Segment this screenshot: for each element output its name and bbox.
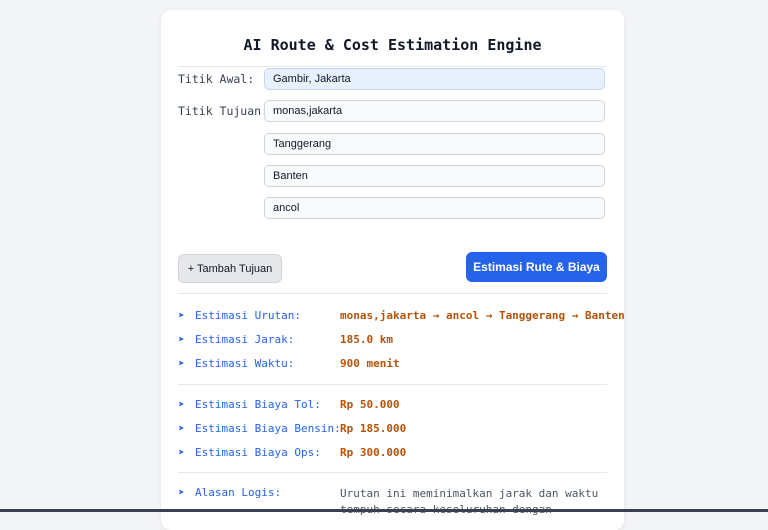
add-destination-button[interactable]: + Tambah Tujuan — [178, 254, 282, 283]
result-row-ops: ➤ Estimasi Biaya Ops: Rp 300.000 — [178, 446, 618, 462]
fuel-label: Estimasi Biaya Bensin: — [195, 422, 341, 435]
distance-value: 185.0 km — [340, 333, 393, 346]
divider — [178, 66, 607, 67]
result-row-time: ➤ Estimasi Waktu: 900 menit — [178, 357, 618, 373]
arrow-bullet-icon: ➤ — [178, 309, 185, 322]
result-row-toll: ➤ Estimasi Biaya Tol: Rp 50.000 — [178, 398, 618, 414]
reason-label: Alasan Logis: — [195, 486, 282, 499]
toll-value: Rp 50.000 — [340, 398, 400, 411]
arrow-bullet-icon: ➤ — [178, 398, 185, 411]
destination-label: Titik Tujuan: — [178, 104, 269, 118]
result-row-order: ➤ Estimasi Urutan: monas,jakarta → ancol… — [178, 309, 625, 325]
page-title: AI Route & Cost Estimation Engine — [243, 36, 542, 54]
arrow-bullet-icon: ➤ — [178, 446, 185, 459]
arrow-bullet-icon: ➤ — [178, 422, 185, 435]
result-row-distance: ➤ Estimasi Jarak: 185.0 km — [178, 333, 618, 349]
arrow-bullet-icon: ➤ — [178, 357, 185, 370]
result-row-fuel: ➤ Estimasi Biaya Bensin: Rp 185.000 — [178, 422, 618, 438]
origin-label: Titik Awal: — [178, 72, 255, 86]
distance-label: Estimasi Jarak: — [195, 333, 295, 346]
result-row-reason: ➤ Alasan Logis: Urutan ini meminimalkan … — [178, 486, 618, 516]
destination-input-2[interactable] — [264, 133, 605, 155]
origin-input[interactable] — [264, 68, 605, 90]
time-label: Estimasi Waktu: — [195, 357, 295, 370]
estimation-card: AI Route & Cost Estimation Engine Titik … — [161, 10, 625, 530]
toll-label: Estimasi Biaya Tol: — [195, 398, 321, 411]
destination-input-3[interactable] — [264, 165, 605, 187]
order-label: Estimasi Urutan: — [195, 309, 301, 322]
divider — [178, 472, 607, 473]
arrow-bullet-icon: ➤ — [178, 486, 185, 499]
reason-value: Urutan ini meminimalkan jarak dan waktu … — [340, 487, 599, 516]
divider — [178, 293, 607, 294]
divider — [178, 384, 607, 385]
estimate-button[interactable]: Estimasi Rute & Biaya — [466, 252, 607, 282]
time-value: 900 menit — [340, 357, 400, 370]
order-value: monas,jakarta → ancol → Tanggerang → Ban… — [340, 309, 625, 322]
ops-label: Estimasi Biaya Ops: — [195, 446, 321, 459]
destination-input-1[interactable] — [264, 100, 605, 122]
arrow-bullet-icon: ➤ — [178, 333, 185, 346]
ops-value: Rp 300.000 — [340, 446, 407, 459]
destination-input-4[interactable] — [264, 197, 605, 219]
fuel-value: Rp 185.000 — [340, 422, 407, 435]
